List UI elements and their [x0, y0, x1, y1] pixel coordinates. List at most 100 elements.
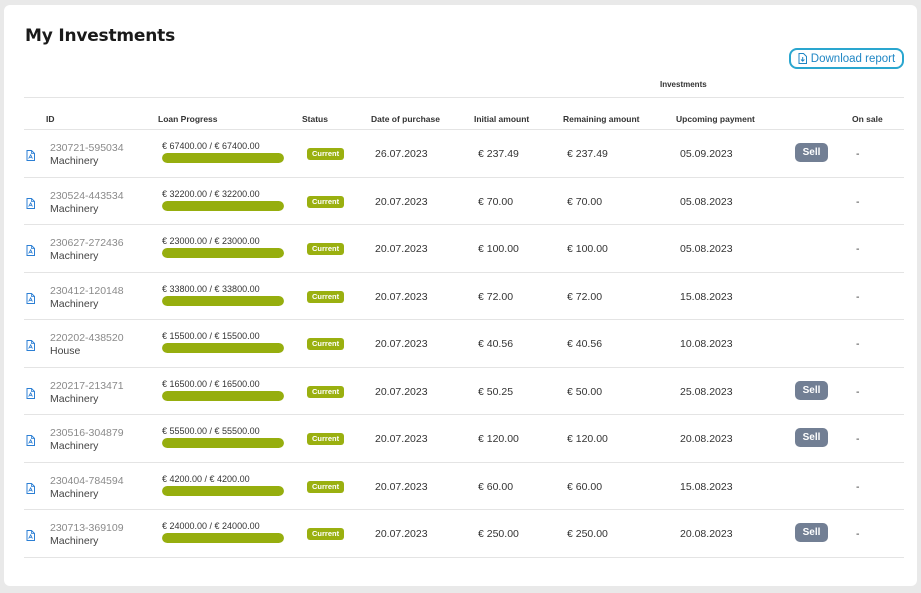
loan-progress-fill	[162, 390, 284, 401]
on-sale-value: -	[856, 338, 860, 350]
remaining-amount: € 40.56	[567, 338, 603, 350]
remaining-amount: € 70.00	[567, 195, 603, 208]
loan-id-link[interactable]: 220217-213471	[50, 380, 124, 392]
pdf-document-icon[interactable]	[26, 243, 35, 261]
on-sale-value: -	[856, 148, 860, 160]
sell-button[interactable]: Sell	[795, 143, 828, 162]
loan-progress-fill	[162, 153, 284, 163]
loan-progress-bar	[162, 248, 284, 258]
on-sale-value: -	[856, 385, 860, 398]
initial-amount: € 50.25	[478, 385, 514, 398]
remaining-amount: € 72.00	[567, 290, 603, 303]
loan-id-link[interactable]: 230524-443534	[50, 190, 124, 202]
loan-progress-text: € 67400.00 / € 67400.00	[162, 141, 260, 151]
initial-amount: € 40.56	[478, 338, 514, 350]
loan-category: Machinery	[50, 535, 99, 547]
upcoming-payment: 05.09.2023	[680, 148, 733, 160]
table-row: 230524-443534 Machinery € 32200.00 / € 322…	[24, 178, 904, 225]
remaining-amount: € 100.00	[567, 243, 608, 255]
sell-button[interactable]: Sell	[795, 380, 828, 400]
loan-category: Machinery	[50, 392, 99, 405]
loan-progress-fill	[162, 533, 284, 543]
pdf-document-icon[interactable]	[26, 386, 35, 404]
remaining-amount: € 237.49	[567, 148, 608, 160]
upcoming-payment: 25.08.2023	[680, 385, 733, 398]
table-row: 220202-438520 House € 15500.00 / € 15500.0…	[24, 320, 904, 367]
upcoming-payment: 05.08.2023	[680, 195, 733, 208]
loan-category: House	[50, 345, 81, 357]
initial-amount: € 237.49	[478, 148, 519, 160]
status-badge: Current	[307, 385, 345, 398]
loan-category: Machinery	[50, 297, 99, 310]
initial-amount: € 60.00	[478, 480, 514, 493]
initial-amount: € 100.00	[478, 243, 519, 255]
investments-card: My Investments Download report Investmen…	[4, 5, 917, 586]
initial-amount: € 120.00	[478, 433, 519, 445]
sell-button[interactable]: Sell	[795, 428, 828, 447]
loan-progress-bar	[162, 485, 284, 496]
loan-id-link[interactable]: 230412-120148	[50, 285, 124, 297]
purchase-date: 20.07.2023	[375, 338, 428, 350]
pdf-document-icon[interactable]	[26, 148, 35, 166]
on-sale-value: -	[856, 290, 860, 303]
divider	[24, 97, 904, 98]
document-download-icon	[798, 53, 807, 64]
loan-id-link[interactable]: 230721-595034	[50, 142, 124, 154]
purchase-date: 20.07.2023	[375, 528, 428, 540]
status-badge: Current	[307, 290, 345, 303]
loan-id-link[interactable]: 230713-369109	[50, 522, 124, 534]
pdf-document-icon[interactable]	[26, 481, 35, 499]
status-badge: Current	[307, 243, 345, 255]
loan-id-link[interactable]: 230516-304879	[50, 427, 124, 439]
column-header-status: Status	[302, 114, 328, 124]
purchase-date: 26.07.2023	[375, 148, 428, 160]
pdf-document-icon[interactable]	[26, 433, 35, 451]
loan-category: Machinery	[50, 250, 99, 262]
column-header-id: ID	[46, 114, 55, 124]
status-badge: Current	[307, 338, 345, 350]
column-header-initial-amount: Initial amount	[474, 114, 530, 124]
status-badge: Current	[307, 480, 345, 493]
table-row: 230627-272436 Machinery € 23000.00 / € 230…	[24, 225, 904, 272]
download-report-label: Download report	[810, 52, 896, 65]
purchase-date: 20.07.2023	[375, 385, 428, 398]
on-sale-value: -	[856, 433, 860, 445]
status-badge: Current	[307, 195, 345, 208]
download-report-button[interactable]: Download report	[789, 48, 904, 69]
column-header-upcoming-payment: Upcoming payment	[676, 114, 755, 124]
upcoming-payment: 20.08.2023	[680, 528, 733, 540]
pdf-document-icon[interactable]	[26, 291, 35, 309]
loan-progress-fill	[162, 295, 284, 306]
upcoming-payment: 15.08.2023	[680, 480, 733, 493]
loan-category: Machinery	[50, 440, 99, 452]
pdf-document-icon[interactable]	[26, 338, 35, 356]
loan-progress-bar	[162, 200, 284, 211]
upcoming-payment: 15.08.2023	[680, 290, 733, 303]
remaining-amount: € 60.00	[567, 480, 603, 493]
loan-progress-text: € 15500.00 / € 15500.00	[162, 331, 260, 341]
loan-id-link[interactable]: 230404-784594	[50, 475, 124, 487]
loan-category: Machinery	[50, 487, 99, 500]
remaining-amount: € 250.00	[567, 528, 608, 540]
loan-progress-bar	[162, 295, 284, 306]
purchase-date: 20.07.2023	[375, 480, 428, 493]
initial-amount: € 70.00	[478, 195, 514, 208]
pdf-document-icon[interactable]	[26, 196, 35, 214]
upcoming-payment: 05.08.2023	[680, 243, 733, 255]
loan-id-link[interactable]: 230627-272436	[50, 237, 124, 249]
purchase-date: 20.07.2023	[375, 195, 428, 208]
pdf-document-icon[interactable]	[26, 528, 35, 546]
table-row: 230516-304879 Machinery € 55500.00 / € 555…	[24, 415, 904, 462]
purchase-date: 20.07.2023	[375, 433, 428, 445]
sell-button[interactable]: Sell	[795, 523, 828, 542]
table-row: 220217-213471 Machinery € 16500.00 / € 165…	[24, 368, 904, 415]
loan-id-link[interactable]: 220202-438520	[50, 332, 124, 344]
purchase-date: 20.07.2023	[375, 290, 428, 303]
loan-progress-fill	[162, 438, 284, 448]
column-header-remaining-amount: Remaining amount	[563, 114, 640, 124]
loan-progress-text: € 32200.00 / € 32200.00	[162, 188, 260, 199]
column-header-loan-progress: Loan Progress	[158, 114, 218, 124]
loan-category: Machinery	[50, 202, 99, 215]
loan-progress-fill	[162, 343, 284, 353]
loan-progress-fill	[162, 485, 284, 496]
